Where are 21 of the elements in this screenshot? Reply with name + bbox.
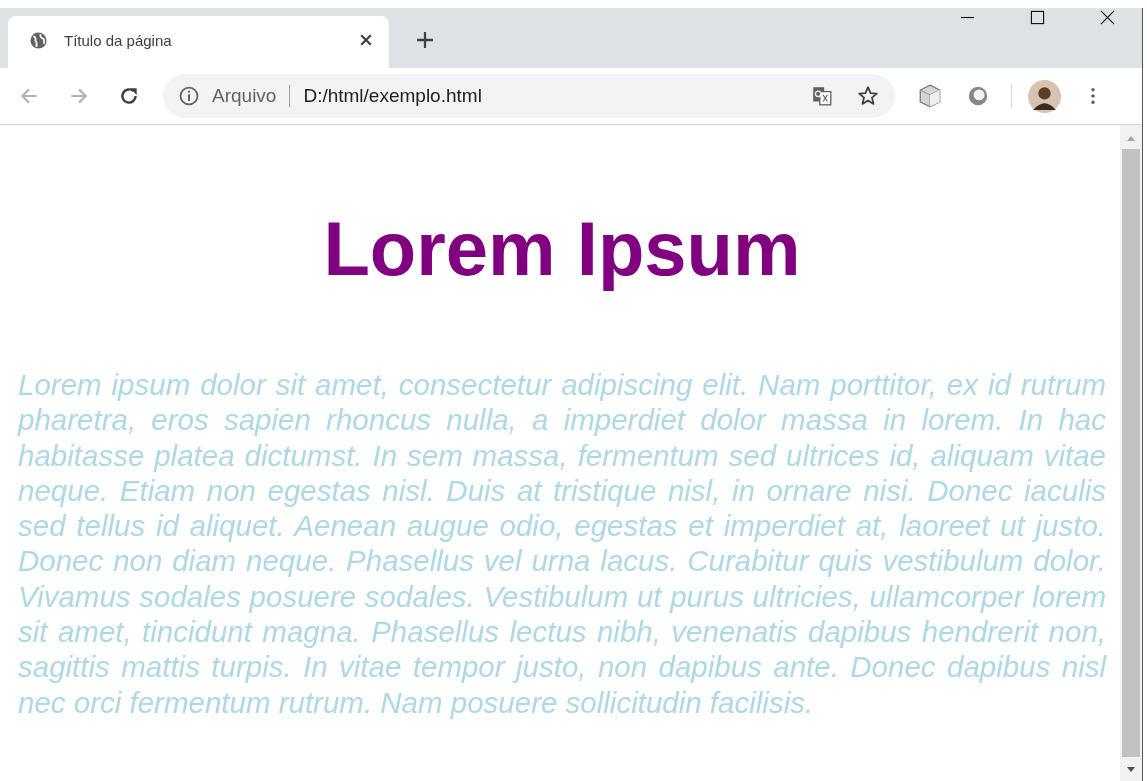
bookmark-star-icon[interactable] xyxy=(857,85,879,107)
browser-tab[interactable]: Título da página xyxy=(8,16,389,68)
address-bar[interactable]: Arquivo D:/html/exemplo.html xyxy=(163,74,895,118)
scheme-label: Arquivo xyxy=(212,85,277,107)
page-heading: Lorem Ipsum xyxy=(322,205,802,293)
new-tab-icon[interactable] xyxy=(417,32,433,48)
url-text: D:/html/exemplo.html xyxy=(303,85,482,107)
close-icon[interactable] xyxy=(1100,10,1115,25)
translate-icon[interactable] xyxy=(811,85,833,107)
reload-icon[interactable] xyxy=(118,85,140,107)
scroll-down-icon[interactable] xyxy=(1126,767,1136,773)
tab-title: Título da página xyxy=(64,31,173,49)
globe-icon xyxy=(30,31,47,49)
menu-icon[interactable] xyxy=(1090,87,1096,105)
cube-icon[interactable] xyxy=(917,83,943,109)
maximize-icon[interactable] xyxy=(1030,10,1045,25)
info-icon xyxy=(179,86,199,106)
scrollbar[interactable] xyxy=(1120,125,1142,781)
avatar-icon[interactable] xyxy=(1028,79,1061,113)
body-paragraph: Lorem ipsum dolor sit amet, consectetur adipiscing elit. Nam porttitor, ex id rutrum pharetra, eros sapien rhoncus nulla, a imperdiet dolor massa in lorem. In hac habitasse platea dictumst. In sem massa, fermentum sed ultrices id, aliquam vitae neque. Etiam non egestas nisl. Duis at tristique nisl, in ornare nisi. Donec iaculis sed tellus id aliquet. Aenean augue odio, egestas et imperdiet at, laoreet ut justo. Donec non diam neque. Phasellus vel urna lacus. Curabitur quis vestibulum dolor. Vivamus sodales posuere sodales. Vestibulum ut purus ultricies, ullamcorper lorem sit amet, tincidunt magna. Phasellus lectus nibh, venenatis dapibus hendrerit non, sagittis mattis turpis. In vitae tempor justo, non dapibus ante. Donec dapibus nisl nec orci fermentum rutrum. Nam posuere sollicitudin facilisis. xyxy=(18,367,1106,720)
close-tab-icon[interactable] xyxy=(360,34,372,46)
